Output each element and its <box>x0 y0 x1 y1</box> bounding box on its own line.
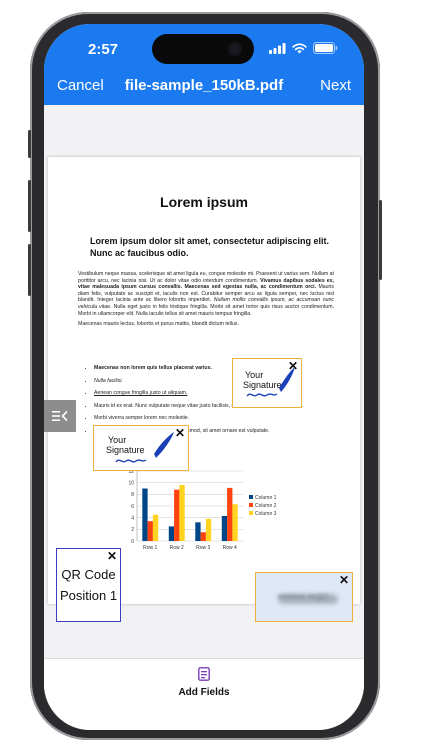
pdf-subheading: Lorem ipsum dolor sit amet, consectetur … <box>90 236 330 258</box>
collapse-sidebar-icon <box>52 410 68 422</box>
battery-icon <box>313 42 338 54</box>
pdf-heading: Lorem ipsum <box>160 194 248 210</box>
qr-field-label-line-1: QR Code <box>61 567 116 582</box>
dynamic-island <box>152 34 254 64</box>
chart-bar <box>142 488 148 541</box>
volume-up-button <box>28 180 31 232</box>
list-item: Morbi viverra semper lorem nec molestie. <box>94 415 330 422</box>
chart-bar <box>168 526 175 541</box>
svg-text:Signature: Signature <box>106 445 145 455</box>
svg-text:Your: Your <box>108 435 126 445</box>
chart-legend-label: Column 3 <box>255 511 277 517</box>
chart-bar <box>179 485 185 541</box>
chart-y-tick-label: 8 <box>131 492 134 498</box>
signature-placeholder-icon: Your Signature <box>243 367 295 397</box>
chart-y-tick-label: 2 <box>131 527 134 533</box>
power-button <box>379 200 382 280</box>
signal-icon <box>269 42 286 54</box>
chart-y-tick-label: 0 <box>131 539 134 545</box>
status-time: 2:57 <box>88 41 119 58</box>
chart-bar <box>200 532 206 541</box>
chart-bar <box>232 504 238 541</box>
chart-x-tick-label: Row 2 <box>170 545 184 551</box>
chart-x-tick-label: Row 1 <box>143 545 157 551</box>
close-icon[interactable]: ✕ <box>338 574 350 586</box>
volume-down-button <box>28 244 31 296</box>
chart-legend-swatch <box>249 495 253 499</box>
chart-y-tick-label: 6 <box>131 504 134 510</box>
wifi-icon <box>292 42 307 53</box>
chart-y-tick-label: 10 <box>128 480 134 486</box>
chart-legend-label: Column 1 <box>255 495 277 501</box>
chart-y-tick-label: 4 <box>131 515 134 521</box>
bar-chart: 024681012Row 1 Row 2 Row 3 Row 4Column 1Col… <box>128 469 277 551</box>
document-title: file-sample_150kB.pdf <box>124 77 284 94</box>
chart-bar <box>152 514 159 541</box>
add-fields-label: Add Fields <box>178 687 230 698</box>
svg-text:Your: Your <box>245 370 263 380</box>
status-icons <box>269 42 338 54</box>
chart-legend-label: Column 2 <box>255 503 277 509</box>
signature-placeholder-icon: Your Signature <box>106 432 174 463</box>
cancel-button[interactable]: Cancel <box>57 77 104 94</box>
pdf-paragraph-1: Vestibulum neque massa, scelerisque sit … <box>78 271 335 317</box>
chart-bar <box>195 522 201 541</box>
chart-bar <box>147 521 153 541</box>
chart-bar <box>227 487 233 541</box>
qr-field-label-line-2: Position 1 <box>59 588 118 603</box>
chart-legend-swatch <box>249 503 253 507</box>
name-value: ••••••• ••an <box>278 591 328 603</box>
svg-text:Signature: Signature <box>243 380 282 390</box>
screen: 2:57 Cancel file-sample_150kB.pdf Next L… <box>44 24 364 730</box>
signature-field[interactable]: ✕ Your Signature <box>93 425 189 471</box>
chart-bar <box>174 489 180 541</box>
add-document-field-icon <box>198 667 210 681</box>
add-fields-button[interactable]: Add Fields <box>44 667 364 698</box>
signature-field[interactable]: ✕ Your Signature <box>232 358 302 408</box>
name-field[interactable]: ✕ ••••••• ••an <box>255 572 353 622</box>
mute-switch <box>28 130 31 158</box>
chart-x-tick-label: Row 4 <box>223 545 237 551</box>
bottom-toolbar: Add Fields <box>44 658 364 730</box>
next-button[interactable]: Next <box>320 77 351 94</box>
chart-bar <box>205 518 212 541</box>
side-panel-toggle[interactable] <box>44 400 76 432</box>
app-header: 2:57 Cancel file-sample_150kB.pdf Next <box>44 24 364 105</box>
chart-bar <box>221 515 228 541</box>
close-icon[interactable]: ✕ <box>106 550 118 562</box>
pdf-body: Vestibulum neque massa, scelerisque sit … <box>78 271 334 332</box>
qr-code-field[interactable]: ✕ QR Code Position 1 <box>56 548 121 622</box>
camera-icon <box>228 42 242 56</box>
chart-legend-swatch <box>249 511 253 515</box>
document-viewer[interactable]: Lorem ipsum Lorem ipsum dolor sit amet, … <box>44 105 364 658</box>
pdf-paragraph-2: Maecenas mauris lectus, lobortis et puru… <box>78 321 239 328</box>
pdf-page[interactable]: Lorem ipsum Lorem ipsum dolor sit amet, … <box>48 157 360 604</box>
chart-x-tick-label: Row 3 <box>196 545 210 551</box>
